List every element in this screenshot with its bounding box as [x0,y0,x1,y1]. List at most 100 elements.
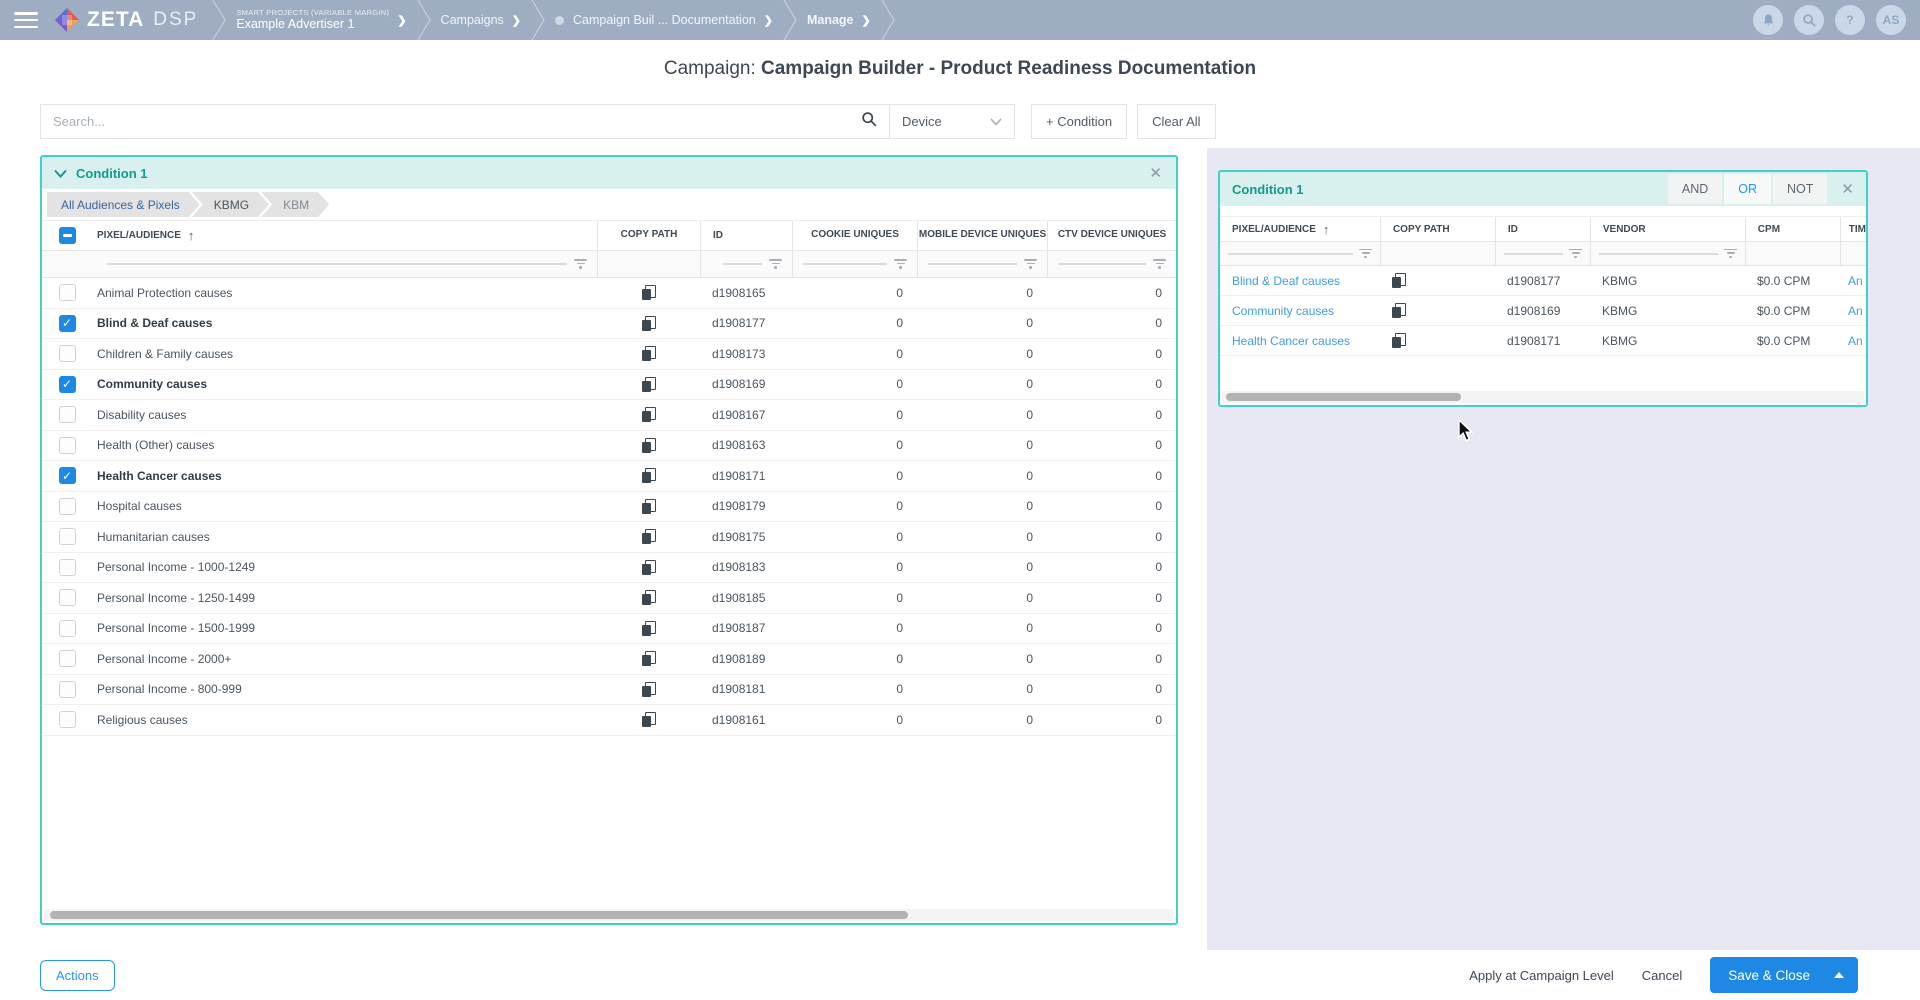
copy-path-icon[interactable] [1392,333,1406,348]
table-row[interactable]: Animal Protection causesd1908165000 [42,278,1176,309]
copy-path-icon[interactable] [642,377,656,392]
tab-kbm[interactable]: KBM [261,192,329,217]
filter-input[interactable] [1228,253,1353,255]
copy-path-icon[interactable] [1392,303,1406,318]
copy-path-icon[interactable] [642,316,656,331]
copy-path-icon[interactable] [1392,273,1406,288]
table-row[interactable]: Personal Income - 1500-1999d1908187000 [42,614,1176,645]
column-cpm[interactable]: CPM [1745,217,1840,241]
pixel-audience-link[interactable]: Community causes [1220,296,1380,325]
pixel-audience-link[interactable]: Blind & Deaf causes [1220,266,1380,295]
filter-icon[interactable] [1724,249,1737,259]
close-icon[interactable]: ✕ [1135,164,1176,182]
save-close-button[interactable]: Save & Close [1710,957,1858,993]
table-row[interactable]: Community causesd1908169KBMG$0.0 CPMAn [1220,296,1866,326]
notifications-bell-icon[interactable] [1753,5,1783,35]
filter-icon[interactable] [1569,249,1582,259]
copy-path-icon[interactable] [642,712,656,727]
copy-path-icon[interactable] [642,346,656,361]
copy-path-icon[interactable] [642,468,656,483]
row-checkbox[interactable] [59,498,76,515]
device-dropdown[interactable]: Device [890,104,1015,139]
filter-input[interactable] [107,263,567,265]
filter-icon[interactable] [1359,249,1372,259]
table-row[interactable]: Humanitarian causesd1908175000 [42,522,1176,553]
add-condition-button[interactable]: + Condition [1031,104,1127,139]
filter-input[interactable] [723,263,762,265]
filter-input[interactable] [1058,263,1146,265]
column-cookie-uniques[interactable]: COOKIE UNIQUES [792,221,917,250]
pixel-audience-link[interactable]: Health Cancer causes [1220,326,1380,355]
breadcrumb-campaigns[interactable]: Campaigns ❯ [441,13,521,27]
row-checkbox[interactable] [59,711,76,728]
column-id[interactable]: ID [700,221,792,250]
table-row[interactable]: Health (Other) causesd1908163000 [42,431,1176,462]
filter-icon[interactable] [769,259,782,269]
collapse-chevron-icon[interactable] [54,169,67,178]
save-options-caret[interactable] [1828,957,1858,993]
hamburger-menu-icon[interactable] [14,12,38,28]
column-ctv-uniques[interactable]: CTV DEVICE UNIQUES [1047,221,1176,250]
copy-path-icon[interactable] [642,621,656,636]
table-row[interactable]: Health Cancer causesd1908171000 [42,461,1176,492]
table-row[interactable]: Personal Income - 2000+d1908189000 [42,644,1176,675]
column-vendor[interactable]: VENDOR [1590,217,1745,241]
row-checkbox[interactable] [59,467,76,484]
apply-campaign-level-link[interactable]: Apply at Campaign Level [1469,968,1614,983]
select-all-checkbox[interactable] [59,227,76,244]
copy-path-icon[interactable] [642,499,656,514]
filter-input[interactable] [928,263,1017,265]
copy-path-icon[interactable] [642,560,656,575]
table-row[interactable]: Personal Income - 800-999d1908181000 [42,675,1176,706]
row-checkbox[interactable] [59,589,76,606]
table-row[interactable]: Children & Family causesd1908173000 [42,339,1176,370]
filter-icon[interactable] [1024,259,1037,269]
global-search-icon[interactable] [1794,5,1824,35]
copy-path-icon[interactable] [642,285,656,300]
row-checkbox[interactable] [59,681,76,698]
filter-input[interactable] [1504,253,1563,255]
column-mobile-uniques[interactable]: MOBILE DEVICE UNIQUES [917,221,1047,250]
row-checkbox[interactable] [59,284,76,301]
breadcrumb-campaign-doc[interactable]: Campaign Buil ... Documentation ❯ [555,13,773,27]
avatar[interactable]: AS [1876,5,1906,35]
table-row[interactable]: Community causesd1908169000 [42,370,1176,401]
cancel-button[interactable]: Cancel [1642,968,1682,983]
table-row[interactable]: Hospital causesd1908179000 [42,492,1176,523]
table-row[interactable]: Religious causesd1908161000 [42,705,1176,736]
operator-not-button[interactable]: NOT [1773,174,1827,204]
tab-all-audiences[interactable]: All Audiences & Pixels [47,192,200,217]
row-checkbox[interactable] [59,315,76,332]
breadcrumb-manage[interactable]: Manage ❯ [807,13,871,27]
scrollbar-thumb[interactable] [1226,393,1461,401]
copy-path-icon[interactable] [642,651,656,666]
operator-and-button[interactable]: AND [1668,174,1722,204]
scrollbar-thumb[interactable] [50,911,908,919]
help-icon[interactable]: ? [1835,5,1865,35]
row-checkbox[interactable] [59,437,76,454]
column-tim[interactable]: TIM [1840,217,1866,241]
row-checkbox[interactable] [59,620,76,637]
actions-button[interactable]: Actions [40,960,115,991]
tab-kbmg[interactable]: KBMG [192,192,269,217]
table-row[interactable]: Personal Income - 1000-1249d1908183000 [42,553,1176,584]
row-checkbox[interactable] [59,528,76,545]
row-checkbox[interactable] [59,406,76,423]
zeta-dsp-logo[interactable]: ZETA DSP [54,7,198,33]
copy-path-icon[interactable] [642,438,656,453]
filter-input[interactable] [803,263,887,265]
table-row[interactable]: Blind & Deaf causesd1908177KBMG$0.0 CPMA… [1220,266,1866,296]
row-checkbox[interactable] [59,376,76,393]
table-row[interactable]: Health Cancer causesd1908171KBMG$0.0 CPM… [1220,326,1866,356]
clear-all-button[interactable]: Clear All [1137,104,1215,139]
column-pixel-audience[interactable]: PIXEL/AUDIENCE ↑ [92,221,597,250]
sort-ascending-icon[interactable]: ↑ [1323,222,1330,237]
horizontal-scrollbar[interactable] [44,909,1174,921]
column-id[interactable]: ID [1495,217,1590,241]
filter-input[interactable] [1599,253,1718,255]
copy-path-icon[interactable] [642,407,656,422]
table-row[interactable]: Blind & Deaf causesd1908177000 [42,309,1176,340]
breadcrumb-advertiser[interactable]: SMART PROJECTS (VARIABLE MARGIN) Example… [236,8,406,33]
copy-path-icon[interactable] [642,529,656,544]
search-input[interactable] [41,114,861,129]
